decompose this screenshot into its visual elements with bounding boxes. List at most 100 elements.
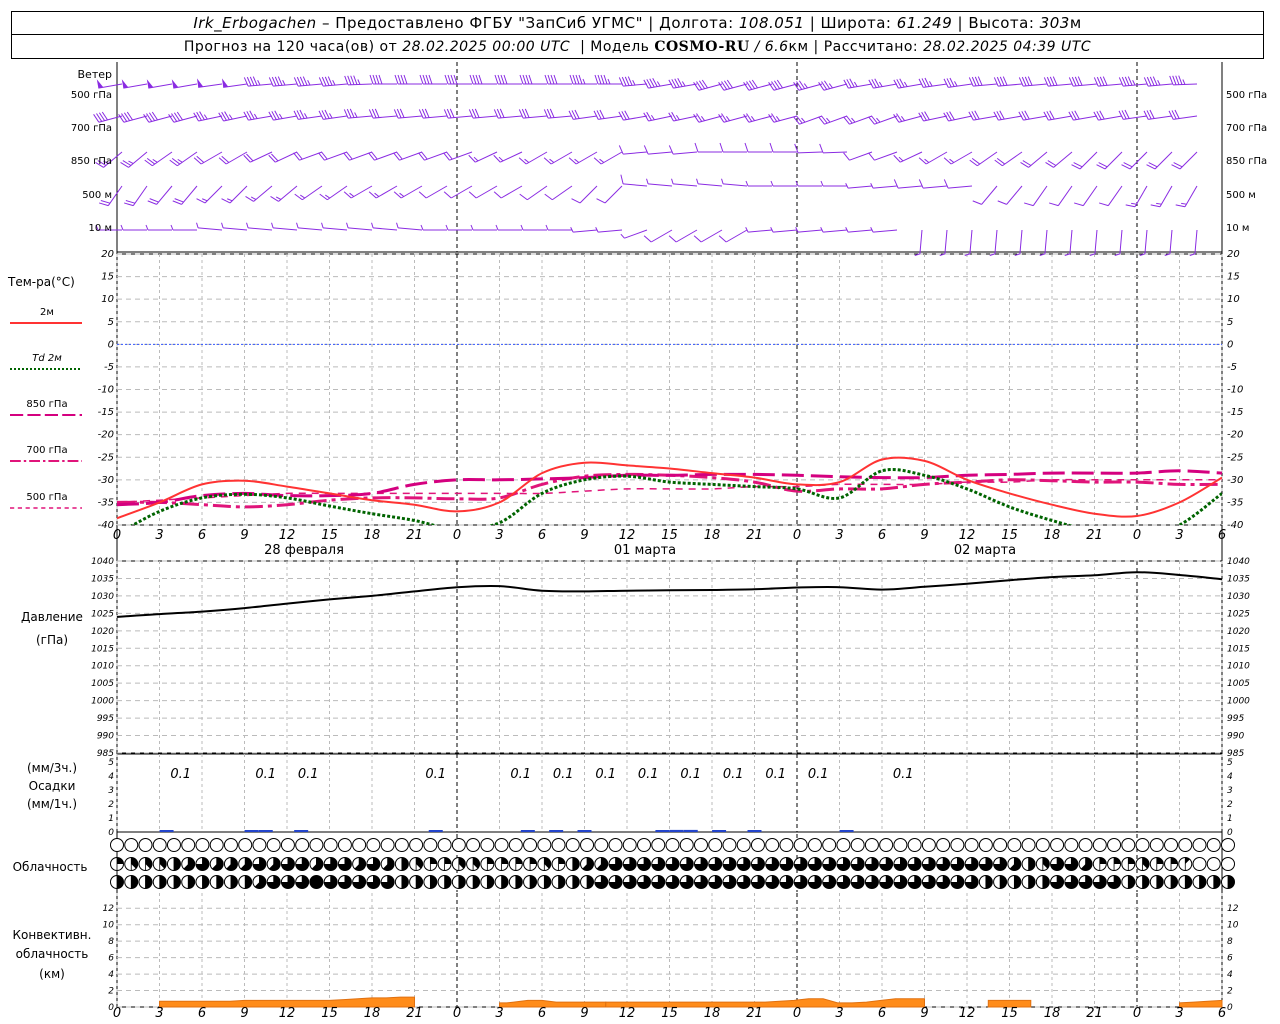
barb-shaft bbox=[248, 227, 273, 231]
wind-barb bbox=[343, 108, 373, 119]
cloud-fill bbox=[230, 875, 238, 889]
hour-tick-label: 15 bbox=[1001, 1006, 1018, 1021]
wind-barb bbox=[893, 113, 923, 123]
barb-full bbox=[643, 235, 652, 243]
barb-full bbox=[503, 74, 508, 85]
barb-half bbox=[202, 198, 208, 202]
wind-barb bbox=[1146, 151, 1173, 170]
precip-3h-label: 0.1 bbox=[680, 767, 701, 782]
wind-barb bbox=[1093, 110, 1123, 121]
cloud-fill bbox=[188, 875, 195, 889]
hour-tick-label: 6 bbox=[538, 528, 546, 543]
precip-axis-tick-right: 5 bbox=[1227, 758, 1233, 768]
barb-full bbox=[350, 75, 355, 85]
conv-axis-tick: 8 bbox=[108, 937, 114, 947]
wind-barb bbox=[1121, 151, 1148, 170]
pressure-axis-tick: 1015 bbox=[91, 644, 114, 654]
barb-shaft bbox=[198, 227, 223, 231]
wind-barb bbox=[793, 80, 823, 91]
wind-barb bbox=[620, 229, 648, 239]
barb-full bbox=[347, 75, 352, 85]
wind-barb bbox=[994, 151, 1023, 167]
cloud-circle bbox=[380, 838, 395, 852]
barb-shaft bbox=[177, 151, 198, 167]
wind-barb bbox=[494, 74, 522, 85]
barb-shaft bbox=[223, 115, 248, 122]
cloud-fill bbox=[1042, 875, 1050, 889]
wind-barb bbox=[495, 224, 522, 231]
cloud-circle bbox=[793, 838, 808, 852]
cloud-fill bbox=[501, 857, 509, 864]
barb-half bbox=[396, 222, 399, 229]
precip-3h-label: 0.1 bbox=[255, 767, 276, 782]
barb-half bbox=[1157, 80, 1161, 86]
barb-full bbox=[918, 179, 924, 189]
barb-shaft bbox=[1032, 185, 1048, 206]
barb-shaft bbox=[873, 185, 898, 189]
cloud-circle bbox=[864, 838, 879, 852]
precip-3h-label: 0.1 bbox=[510, 767, 531, 782]
hour-tick-label: 15 bbox=[661, 1006, 678, 1021]
barb-half bbox=[700, 116, 706, 121]
conv-panel-title-1: Конвективн. bbox=[13, 928, 92, 942]
barb-full bbox=[403, 74, 408, 85]
cloud-circle bbox=[409, 838, 424, 852]
cloud-circle bbox=[1149, 838, 1164, 852]
cloud-circle bbox=[879, 838, 894, 852]
cloud-fill bbox=[1128, 857, 1135, 864]
precip-axis-tick: 1 bbox=[108, 814, 114, 824]
cloud-circle bbox=[451, 838, 466, 852]
cloud-circle bbox=[1050, 838, 1065, 852]
hour-tick-label: 0 bbox=[793, 1006, 801, 1021]
precip-hourly-bar bbox=[159, 830, 174, 832]
wind-barb bbox=[147, 185, 173, 205]
wind-barb bbox=[618, 145, 648, 155]
wind-barb bbox=[770, 227, 798, 233]
cloud-fill bbox=[173, 875, 181, 889]
barb-full bbox=[518, 157, 527, 165]
temp-axis-tick-right: 20 bbox=[1227, 249, 1240, 260]
barb-full bbox=[368, 191, 377, 199]
barb-half bbox=[329, 113, 333, 119]
barb-full bbox=[149, 198, 159, 203]
precip-hourly-bar bbox=[669, 829, 684, 832]
wind-barb bbox=[718, 79, 748, 91]
wind-barb bbox=[1125, 185, 1148, 208]
cloud-circle bbox=[679, 838, 694, 852]
wind-barb bbox=[643, 145, 673, 155]
precip-hourly-bar bbox=[520, 830, 535, 832]
barb-half bbox=[470, 224, 474, 231]
pressure-axis-tick-right: 1030 bbox=[1227, 592, 1250, 602]
wind-barb bbox=[870, 183, 898, 189]
temp-axis-tick: 10 bbox=[101, 294, 114, 305]
barb-shaft bbox=[873, 83, 898, 89]
wind-barb bbox=[968, 110, 998, 121]
wind-barb bbox=[868, 78, 898, 89]
barb-half bbox=[253, 113, 258, 119]
cloud-fill bbox=[587, 875, 594, 889]
wind-barb bbox=[1093, 76, 1123, 87]
barb-shaft bbox=[998, 115, 1023, 121]
hour-tick-label: 0 bbox=[113, 528, 121, 543]
barb-shaft bbox=[998, 83, 1023, 87]
barb-full bbox=[493, 154, 501, 163]
wind-barb bbox=[443, 185, 473, 199]
cloud-fill bbox=[501, 875, 509, 889]
barb-half bbox=[357, 79, 361, 85]
barb-full bbox=[378, 74, 383, 85]
cloud-circle bbox=[765, 838, 780, 852]
wind-barb bbox=[870, 227, 898, 233]
barb-shaft bbox=[648, 183, 673, 187]
barb-full bbox=[600, 74, 605, 85]
barb-shaft bbox=[873, 229, 898, 233]
barb-shaft bbox=[923, 185, 948, 189]
barb-full bbox=[997, 200, 1007, 205]
wind-barb bbox=[543, 108, 573, 119]
wind-barb bbox=[1043, 110, 1073, 121]
conv-panel-unit: (км) bbox=[39, 967, 65, 981]
barb-shaft bbox=[348, 115, 373, 119]
barb-shaft bbox=[1094, 229, 1098, 254]
barb-shaft bbox=[1159, 185, 1173, 208]
temp-axis-tick: -5 bbox=[104, 362, 114, 373]
wind-barb bbox=[843, 78, 873, 89]
